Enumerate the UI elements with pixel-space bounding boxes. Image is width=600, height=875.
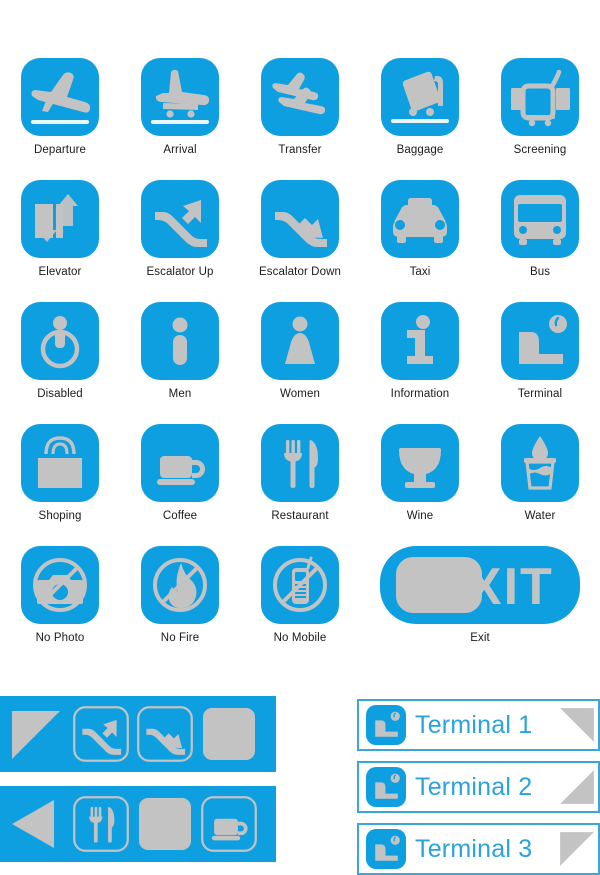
terminal-building-icon <box>366 767 406 807</box>
icon-label: Terminal <box>517 388 563 400</box>
icon-label: Information <box>390 388 450 400</box>
icon-cell-arrival[interactable]: Arrival <box>120 58 240 180</box>
icon-label: Restaurant <box>271 510 329 522</box>
shopping-bag-icon[interactable] <box>21 424 99 502</box>
icon-label: Escalator Down <box>259 266 341 278</box>
icon-cell-screening[interactable]: Screening <box>480 58 600 180</box>
icon-cell-baggage[interactable]: Baggage <box>360 58 480 180</box>
fork-knife-icon[interactable] <box>261 424 339 502</box>
terminal-building-icon[interactable] <box>501 302 579 380</box>
wayfinding-banner-escalators <box>0 696 276 772</box>
men-restroom-icon[interactable] <box>141 302 219 380</box>
bus-icon[interactable] <box>501 180 579 258</box>
no-mobile-icon[interactable] <box>261 546 339 624</box>
icon-cell-no-mobile[interactable]: No Mobile <box>240 546 360 668</box>
icon-cell-disabled[interactable]: Disabled <box>0 302 120 424</box>
escalator-down-icon[interactable] <box>261 180 339 258</box>
svg-text:EXIT: EXIT <box>430 558 554 616</box>
icon-cell-escalator-up[interactable]: Escalator Up <box>120 180 240 302</box>
terminal-building-icon <box>366 705 406 745</box>
icon-grid: Departure Arrival Transfer Baggage Screening… <box>0 58 600 668</box>
icon-cell-transfer[interactable]: Transfer <box>240 58 360 180</box>
icon-cell-departure[interactable]: Departure <box>0 58 120 180</box>
baggage-trolley-icon[interactable] <box>381 58 459 136</box>
triangle-arrow-left-down-icon <box>558 768 596 806</box>
fork-knife-icon[interactable] <box>72 795 130 853</box>
icon-label: Elevator <box>38 266 82 278</box>
information-icon[interactable] <box>381 302 459 380</box>
taxi-icon[interactable] <box>381 180 459 258</box>
triangle-arrow-right-down-icon <box>558 706 596 744</box>
icon-label: Coffee <box>162 510 198 522</box>
icon-cell-bus[interactable]: Bus <box>480 180 600 302</box>
wayfinding-banner-dining <box>0 786 276 862</box>
departure-plane-icon[interactable] <box>21 58 99 136</box>
escalator-up-icon[interactable] <box>72 705 130 763</box>
triangle-arrow-down-left-icon <box>558 830 596 868</box>
security-screening-icon[interactable] <box>501 58 579 136</box>
icon-label: No Mobile <box>273 632 327 644</box>
icon-cell-shoping[interactable]: Shoping <box>0 424 120 546</box>
icon-cell-elevator[interactable]: Elevator <box>0 180 120 302</box>
icon-cell-terminal[interactable]: Terminal <box>480 302 600 424</box>
escalator-up-icon[interactable] <box>141 180 219 258</box>
terminal-building-icon <box>366 829 406 869</box>
terminal-card[interactable]: Terminal 1 <box>357 699 600 751</box>
icon-label: Bus <box>529 266 551 278</box>
icon-cell-women[interactable]: Women <box>240 302 360 424</box>
no-fire-icon[interactable] <box>141 546 219 624</box>
blank-plate-icon[interactable] <box>136 795 194 853</box>
terminal-card-label: Terminal 1 <box>415 710 533 739</box>
icon-cell-no-photo[interactable]: No Photo <box>0 546 120 668</box>
terminal-card[interactable]: Terminal 3 <box>357 823 600 875</box>
blank-plate-icon[interactable] <box>200 705 258 763</box>
transfer-planes-icon[interactable] <box>261 58 339 136</box>
women-restroom-icon[interactable] <box>261 302 339 380</box>
exit-sign-icon[interactable]: EXIT <box>380 546 580 624</box>
icon-label: No Photo <box>35 632 85 644</box>
drinking-water-icon[interactable] <box>501 424 579 502</box>
icon-label: No Fire <box>160 632 200 644</box>
icon-cell-men[interactable]: Men <box>120 302 240 424</box>
icon-label: Exit <box>470 632 490 644</box>
icon-cell-taxi[interactable]: Taxi <box>360 180 480 302</box>
icon-label: Disabled <box>37 388 83 400</box>
terminal-card-label: Terminal 2 <box>415 772 533 801</box>
icon-label: Screening <box>513 144 567 156</box>
icon-label: Water <box>524 510 556 522</box>
icon-cell-water[interactable]: Water <box>480 424 600 546</box>
icon-label: Arrival <box>163 144 197 156</box>
icon-cell-coffee[interactable]: Coffee <box>120 424 240 546</box>
triangle-arrow-up-left-icon[interactable] <box>8 705 66 763</box>
icon-label: Transfer <box>278 144 322 156</box>
elevator-icon[interactable] <box>21 180 99 258</box>
icon-cell-exit[interactable]: EXIT Exit <box>360 546 600 668</box>
coffee-cup-icon[interactable] <box>141 424 219 502</box>
triangle-arrow-left-icon[interactable] <box>8 795 66 853</box>
wheelchair-icon[interactable] <box>21 302 99 380</box>
terminal-card[interactable]: Terminal 2 <box>357 761 600 813</box>
icon-cell-wine[interactable]: Wine <box>360 424 480 546</box>
icon-cell-restaurant[interactable]: Restaurant <box>240 424 360 546</box>
arrival-plane-icon[interactable] <box>141 58 219 136</box>
icon-cell-no-fire[interactable]: No Fire <box>120 546 240 668</box>
icon-label: Escalator Up <box>146 266 214 278</box>
icon-label: Women <box>280 388 320 400</box>
icon-label: Baggage <box>396 144 444 156</box>
escalator-down-icon[interactable] <box>136 705 194 763</box>
terminal-card-label: Terminal 3 <box>415 834 533 863</box>
icon-label: Departure <box>33 144 87 156</box>
icon-label: Men <box>168 388 192 400</box>
coffee-cup-icon[interactable] <box>200 795 258 853</box>
icon-cell-information[interactable]: Information <box>360 302 480 424</box>
icon-label: Wine <box>406 510 434 522</box>
no-photo-icon[interactable] <box>21 546 99 624</box>
icon-cell-escalator-down[interactable]: Escalator Down <box>240 180 360 302</box>
icon-label: Taxi <box>409 266 431 278</box>
wine-glass-icon[interactable] <box>381 424 459 502</box>
icon-label: Shoping <box>38 510 82 522</box>
